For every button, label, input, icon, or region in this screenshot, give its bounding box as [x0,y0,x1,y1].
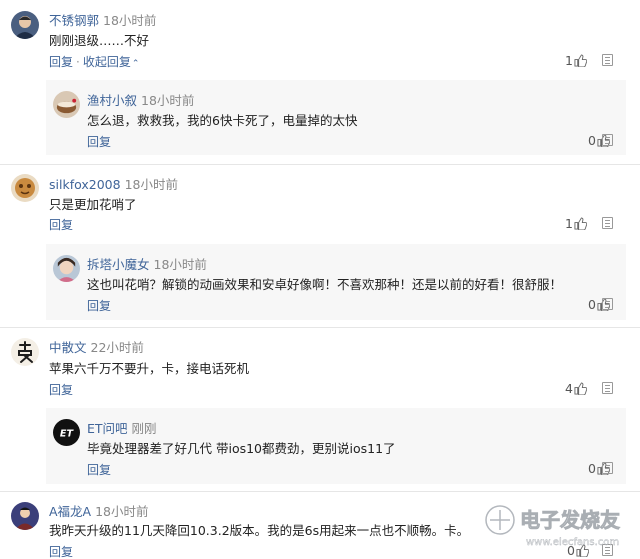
chevron-up-icon: ⌃ [131,59,140,69]
separator: · [76,55,80,69]
reply-button[interactable]: 回复 [49,545,73,559]
username[interactable]: ET问吧 [87,421,128,436]
reply-button[interactable]: 回复 [87,299,111,313]
report-icon[interactable] [602,217,613,229]
timestamp: 刚刚 [131,421,157,436]
svg-text:ET: ET [60,428,75,439]
report-icon[interactable] [602,54,613,66]
reply-text: 毕竟处理器差了好几代 带ios10都费劲，更别说ios11了 [87,441,396,456]
reply-text: 怎么退，救救我，我的6快卡死了，电量掉的太快 [87,113,358,128]
timestamp: 22小时前 [90,340,144,355]
comment-text: 刚刚退级……不好 [49,33,150,48]
avatar[interactable]: ET [53,419,80,446]
username[interactable]: 中散文 [49,340,87,355]
like-count: 0 [588,461,596,476]
like-button[interactable]: 1 [565,53,588,70]
divider [0,164,640,165]
reply-button[interactable]: 回复 [87,463,111,477]
reply-text: 这也叫花哨？解锁的动画效果和安卓好像啊！不喜欢那种！还是以前的好看！很舒服！ [87,277,563,292]
like-count: 1 [565,216,573,231]
thumbs-up-icon [574,217,588,233]
timestamp: 18小时前 [124,177,178,192]
avatar[interactable] [11,11,39,39]
comment-text: 苹果六千万不要升，卡，接电话死机 [49,361,250,376]
username[interactable]: 拆塔小魔女 [87,257,150,272]
thumbs-up-icon [574,54,588,70]
report-icon[interactable] [602,382,613,394]
timestamp: 18小时前 [141,93,195,108]
watermark-logo: 电子发烧友 www.elecfans.com [480,495,638,555]
reply-button[interactable]: 回复 [49,218,73,232]
like-button[interactable]: 4 [565,381,588,398]
timestamp: 18小时前 [95,504,149,519]
avatar[interactable] [53,255,80,282]
timestamp: 18小时前 [153,257,207,272]
username[interactable]: silkfox2008 [49,177,121,192]
like-count: 4 [565,381,573,396]
like-count: 1 [565,53,573,68]
divider [0,491,640,492]
reply-button[interactable]: 回复 [87,135,111,149]
thumbs-up-icon [574,382,588,398]
username[interactable]: 不锈钢郭 [49,13,99,28]
divider [0,327,640,328]
timestamp: 18小时前 [103,13,157,28]
report-icon[interactable] [602,462,613,474]
reply-button[interactable]: 回复 [49,383,73,397]
avatar[interactable] [11,338,39,366]
like-count: 0 [588,133,596,148]
collapse-replies-button[interactable]: 收起回复⌃ [83,55,140,69]
comment-text: 我昨天升级的11几天降回10.3.2版本。我的是6s用起来一点也不顺畅。卡。 [49,523,470,538]
username[interactable]: 渔村小叙 [87,93,137,108]
avatar[interactable] [53,91,80,118]
report-icon[interactable] [602,298,613,310]
report-icon[interactable] [602,134,613,146]
reply-button[interactable]: 回复 [49,55,73,69]
username[interactable]: A福龙A [49,504,91,519]
like-button[interactable]: 1 [565,216,588,233]
avatar[interactable] [11,174,39,202]
watermark-url: www.elecfans.com [526,537,619,548]
watermark-title: 电子发烧友 [520,508,620,532]
avatar[interactable] [11,502,39,530]
watermark-mark-icon [484,504,516,536]
comment-text: 只是更加花哨了 [49,197,137,212]
like-count: 0 [588,297,596,312]
